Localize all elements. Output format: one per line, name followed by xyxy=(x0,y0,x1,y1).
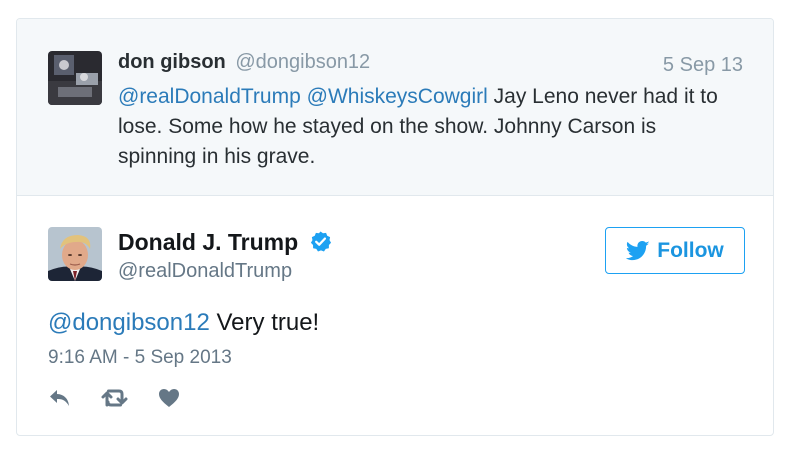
reply-button[interactable] xyxy=(48,388,72,413)
tweet-card: don gibson @dongibson12 5 Sep 13 @realDo… xyxy=(16,18,774,436)
author-handle[interactable]: @realDonaldTrump xyxy=(118,260,292,283)
tweet-body: Very true! xyxy=(209,309,320,336)
parent-author: don gibson @dongibson12 xyxy=(118,51,370,74)
author-name[interactable]: Donald J. Trump xyxy=(118,229,298,255)
mention-link[interactable]: @dongibson12 xyxy=(48,309,210,336)
parent-date[interactable]: 5 Sep 13 xyxy=(663,54,743,77)
verified-badge-icon xyxy=(309,230,332,258)
mention-link[interactable]: @WhiskeysCowgirl xyxy=(307,85,488,108)
parent-tweet[interactable]: don gibson @dongibson12 5 Sep 13 @realDo… xyxy=(17,19,773,196)
parent-author-name[interactable]: don gibson xyxy=(118,51,226,73)
tweet-actions xyxy=(48,387,180,413)
parent-tweet-text: @realDonaldTrump @WhiskeysCowgirl Jay Le… xyxy=(118,82,738,172)
reply-icon xyxy=(48,388,72,413)
parent-avatar[interactable] xyxy=(48,51,102,105)
like-button[interactable] xyxy=(158,388,180,413)
retweet-icon xyxy=(100,388,130,413)
heart-icon xyxy=(158,388,180,413)
twitter-bird-icon xyxy=(626,240,650,261)
follow-button-label: Follow xyxy=(657,238,724,262)
follow-button[interactable]: Follow xyxy=(605,227,745,274)
mention-link[interactable]: @realDonaldTrump xyxy=(118,85,301,108)
tweet-text: @dongibson12 Very true! xyxy=(48,309,319,337)
tweet-timestamp[interactable]: 9:16 AM - 5 Sep 2013 xyxy=(48,347,232,369)
author-avatar[interactable] xyxy=(48,227,102,281)
parent-author-handle[interactable]: @dongibson12 xyxy=(235,51,370,73)
retweet-button[interactable] xyxy=(100,388,130,413)
author: Donald J. Trump xyxy=(118,229,332,258)
